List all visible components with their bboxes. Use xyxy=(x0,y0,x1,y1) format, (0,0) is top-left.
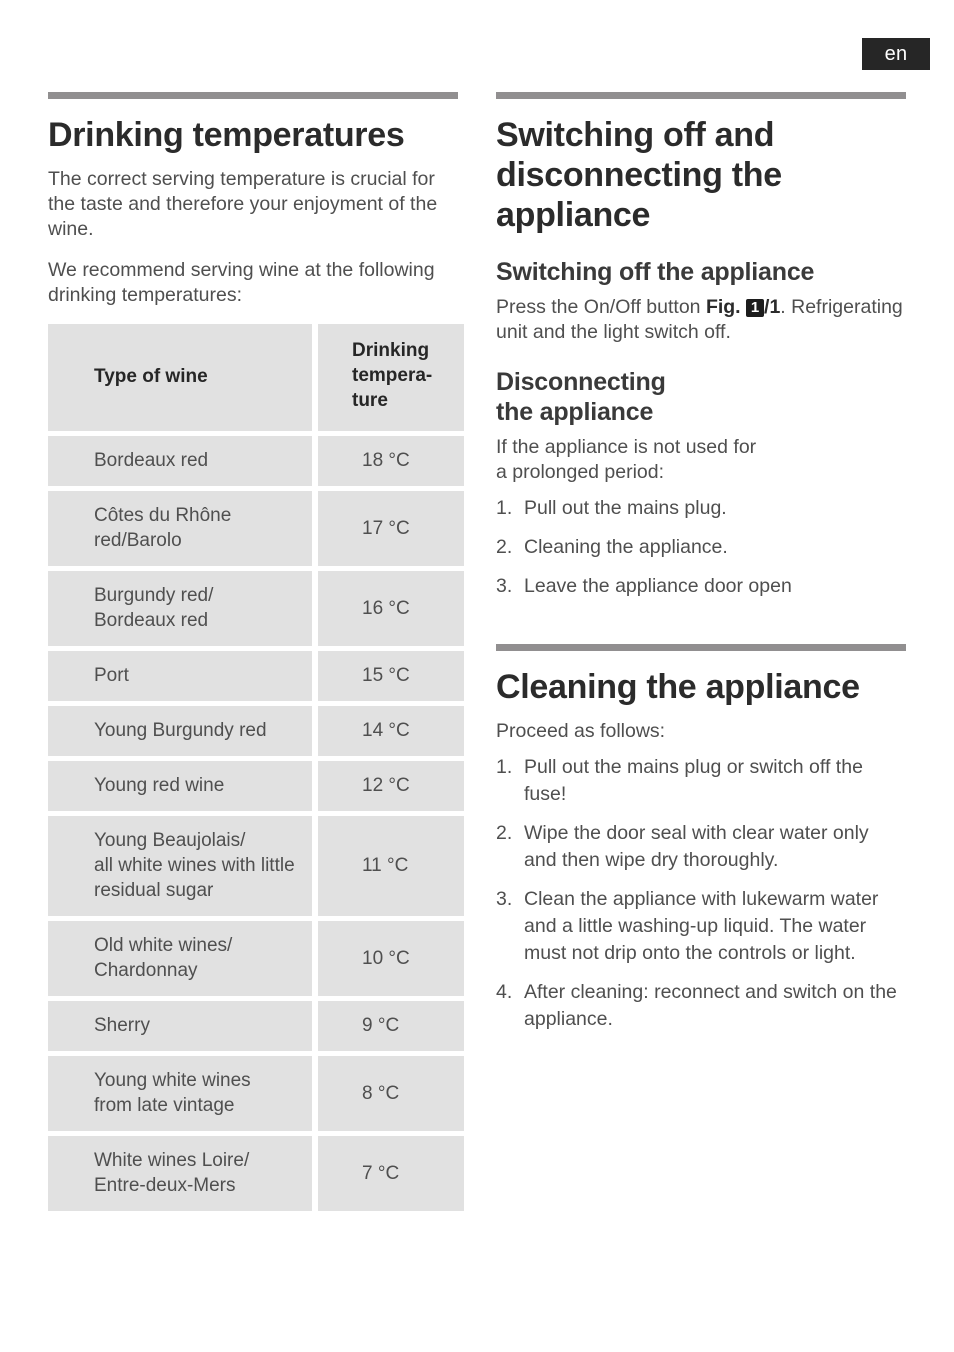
figure-number-badge: 1 xyxy=(746,299,765,317)
section-rule-cleaning xyxy=(496,644,906,651)
wine-type: White wines Loire/ Entre-deux-Mers xyxy=(48,1136,312,1211)
page-title-switching-off: Switching off and disconnecting the appl… xyxy=(496,116,782,234)
wine-type: Côtes du Rhône red/Barolo xyxy=(48,491,312,566)
table-row: Old white wines/ Chardonnay 10 °C xyxy=(48,921,464,996)
step-text: Clean the appliance with lukewarm water … xyxy=(524,888,879,964)
subheading-disconnecting-the-appliance: Disconnecting the appliance xyxy=(496,368,666,426)
step-number: 3. xyxy=(496,888,513,910)
table-row: White wines Loire/ Entre-deux-Mers 7 °C xyxy=(48,1136,464,1211)
wine-temperature: 11 °C xyxy=(318,816,464,916)
language-badge: en xyxy=(862,38,930,70)
intro-paragraph-2: We recommend serving wine at the followi… xyxy=(48,259,435,306)
wine-temperature: 14 °C xyxy=(318,706,464,756)
drinking-temperature-table: Type of wine Drinking tempera- ture Bord… xyxy=(48,324,464,1211)
wine-type: Young Burgundy red xyxy=(48,706,312,756)
wine-type: Burgundy red/ Bordeaux red xyxy=(48,571,312,646)
wine-type: Sherry xyxy=(48,1001,312,1051)
intro-paragraph-1: The correct serving temperature is cruci… xyxy=(48,168,438,240)
table-row: Young Burgundy red 14 °C xyxy=(48,706,464,756)
list-item: 4. After cleaning: reconnect and switch o… xyxy=(496,979,906,1033)
two-column-layout: Drinking temperatures The correct servin… xyxy=(48,92,906,1211)
page-title-cleaning: Cleaning the appliance xyxy=(496,668,860,706)
table-row: Côtes du Rhône red/Barolo 17 °C xyxy=(48,491,464,566)
wine-type: Old white wines/ Chardonnay xyxy=(48,921,312,996)
section-rule-drinking-temperatures xyxy=(48,92,458,99)
manual-page: Drinking temperatures The correct servin… xyxy=(48,92,906,1211)
section-rule-switching-off xyxy=(496,92,906,99)
step-number: 2. xyxy=(496,536,513,558)
wine-temperature: 10 °C xyxy=(318,921,464,996)
figure-label: Fig. xyxy=(705,296,741,318)
list-item: 1. Pull out the mains plug. xyxy=(496,495,906,522)
disconnecting-intro: If the appliance is not used for a prolo… xyxy=(496,436,757,483)
column-header-drinking-temperature: Drinking tempera- ture xyxy=(318,324,464,431)
step-text: Wipe the door seal with clear water only… xyxy=(524,822,869,871)
list-item: 2. Wipe the door seal with clear water on… xyxy=(496,820,906,874)
wine-type: Young white wines from late vintage xyxy=(48,1056,312,1131)
table-row: Burgundy red/ Bordeaux red 16 °C xyxy=(48,571,464,646)
list-item: 3. Clean the appliance with lukewarm wate… xyxy=(496,886,906,967)
wine-type: Young Beaujolais/ all white wines with l… xyxy=(48,816,312,916)
step-number: 1. xyxy=(496,756,513,778)
table-row: Young white wines from late vintage 8 °C xyxy=(48,1056,464,1131)
cleaning-intro: Proceed as follows: xyxy=(496,720,666,742)
wine-type: Port xyxy=(48,651,312,701)
step-number: 3. xyxy=(496,575,513,597)
figure-suffix: /1 xyxy=(764,296,781,318)
table-row: Bordeaux red 18 °C xyxy=(48,436,464,486)
wine-temperature: 12 °C xyxy=(318,761,464,811)
column-header-type-of-wine: Type of wine xyxy=(48,324,312,431)
figure-reference: Fig. 1/1 xyxy=(706,296,780,318)
wine-temperature: 9 °C xyxy=(318,1001,464,1051)
table-header-row: Type of wine Drinking tempera- ture xyxy=(48,324,464,431)
wine-type: Bordeaux red xyxy=(48,436,312,486)
step-number: 2. xyxy=(496,822,513,844)
step-number: 1. xyxy=(496,497,513,519)
wine-type: Young red wine xyxy=(48,761,312,811)
switching-off-instruction: Press the On/Off button Fig. 1/1. Refrig… xyxy=(496,295,906,345)
wine-temperature: 7 °C xyxy=(318,1136,464,1211)
press-text-before: Press the On/Off button xyxy=(496,296,701,318)
list-item: 3. Leave the appliance door open xyxy=(496,573,906,600)
wine-temperature: 15 °C xyxy=(318,651,464,701)
wine-temperature: 16 °C xyxy=(318,571,464,646)
wine-temperature: 8 °C xyxy=(318,1056,464,1131)
list-item: 1. Pull out the mains plug or switch off … xyxy=(496,754,906,808)
step-text: After cleaning: reconnect and switch on … xyxy=(524,981,897,1030)
left-column: Drinking temperatures The correct servin… xyxy=(48,92,464,1211)
subheading-switching-off-the-appliance: Switching off the appliance xyxy=(496,258,815,286)
table-row: Young red wine 12 °C xyxy=(48,761,464,811)
step-text: Cleaning the appliance. xyxy=(524,536,728,558)
disconnecting-steps-list: 1. Pull out the mains plug. 2. Cleaning th… xyxy=(496,495,906,600)
step-number: 4. xyxy=(496,981,513,1003)
wine-temperature: 17 °C xyxy=(318,491,464,566)
step-text: Pull out the mains plug or switch off th… xyxy=(524,756,863,805)
page-title-drinking-temperatures: Drinking temperatures xyxy=(48,116,405,154)
right-column: Switching off and disconnecting the appl… xyxy=(496,92,906,1045)
cleaning-steps-list: 1. Pull out the mains plug or switch off … xyxy=(496,754,906,1033)
wine-temperature: 18 °C xyxy=(318,436,464,486)
table-row: Port 15 °C xyxy=(48,651,464,701)
table-row: Young Beaujolais/ all white wines with l… xyxy=(48,816,464,916)
table-row: Sherry 9 °C xyxy=(48,1001,464,1051)
step-text: Leave the appliance door open xyxy=(524,575,792,597)
list-item: 2. Cleaning the appliance. xyxy=(496,534,906,561)
step-text: Pull out the mains plug. xyxy=(524,497,727,519)
